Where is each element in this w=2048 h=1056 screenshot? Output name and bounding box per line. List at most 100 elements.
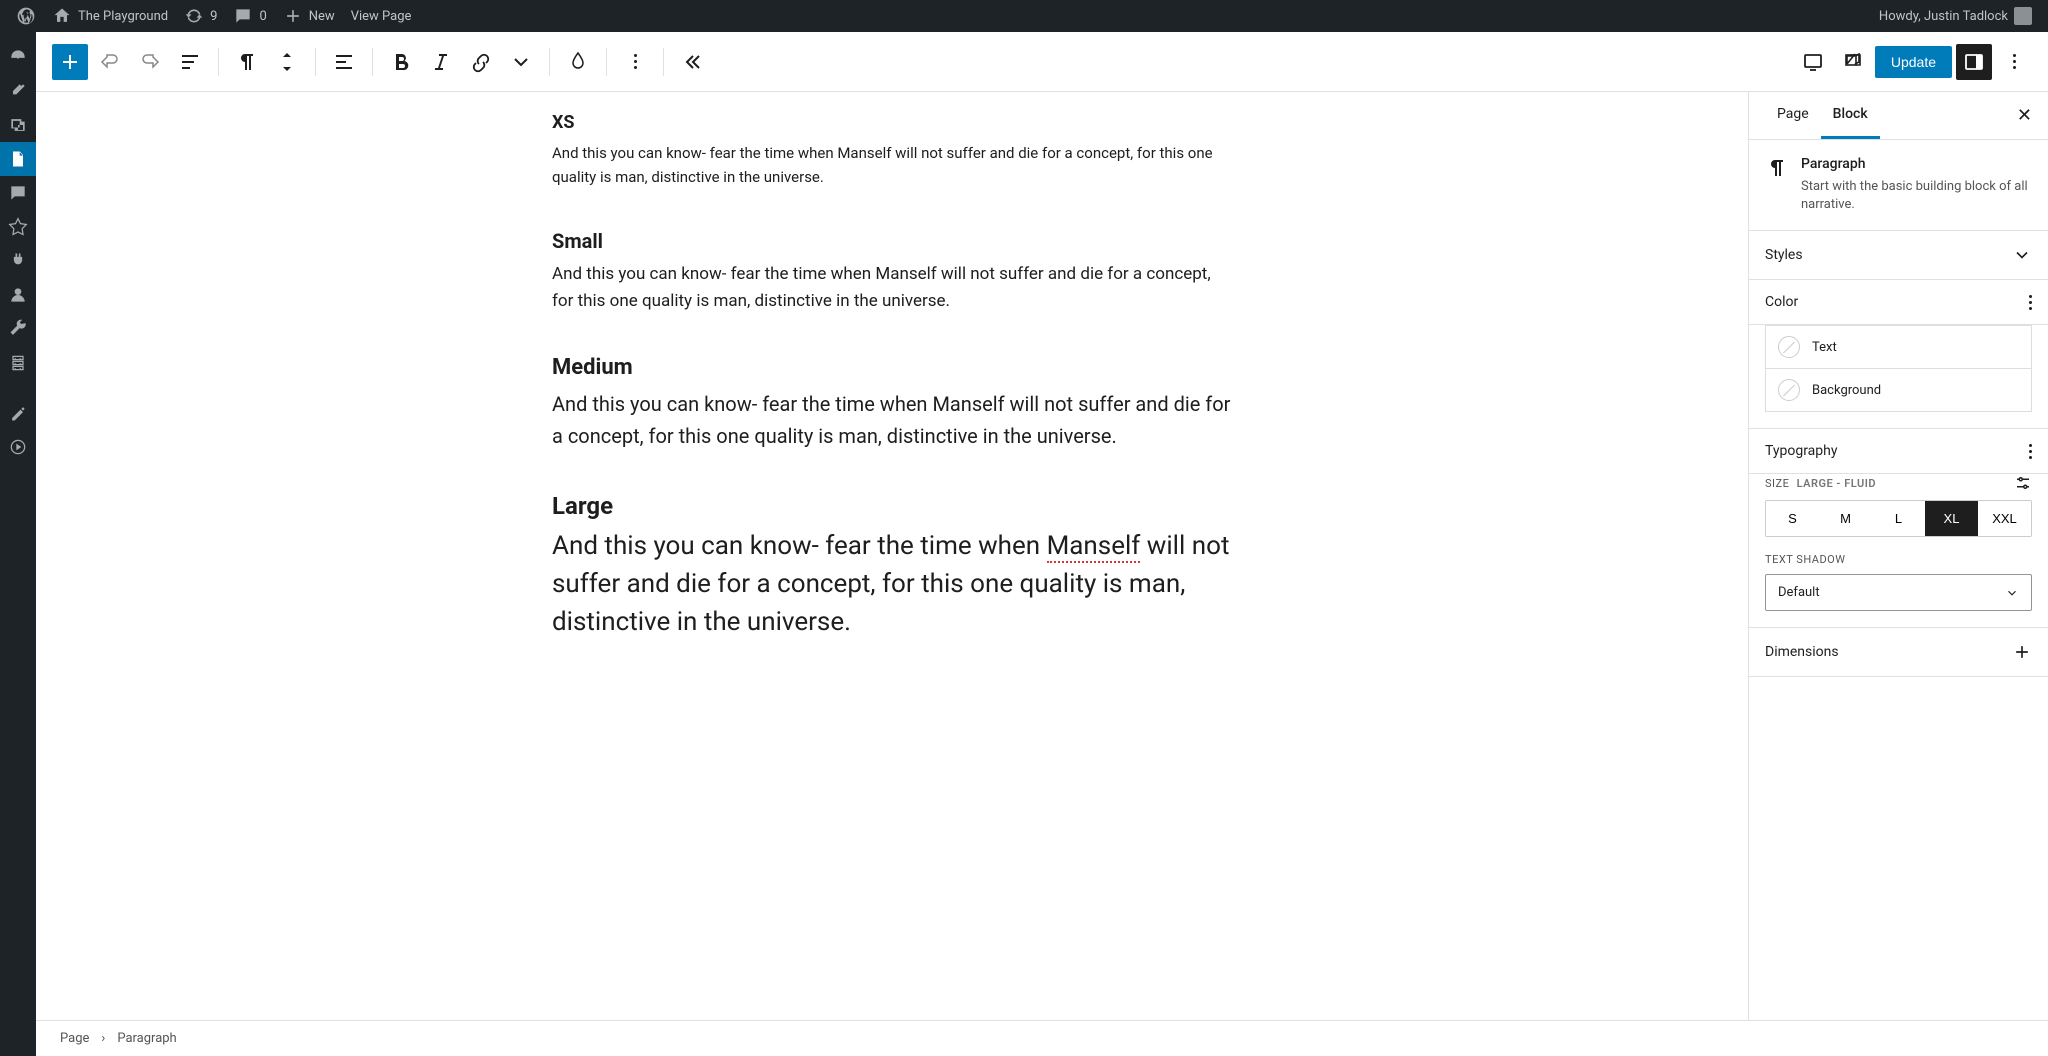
tab-block[interactable]: Block bbox=[1821, 92, 1880, 139]
redo-button[interactable] bbox=[132, 44, 168, 80]
size-xl-button[interactable]: XL bbox=[1925, 501, 1978, 536]
spell-error: Manself bbox=[1047, 531, 1141, 563]
chevron-down-icon bbox=[2012, 245, 2032, 265]
bold-button[interactable] bbox=[383, 44, 419, 80]
menu-media[interactable] bbox=[0, 108, 36, 142]
paragraph-xs: And this you can know- fear the time whe… bbox=[552, 141, 1232, 189]
paragraph-small: And this you can know- fear the time whe… bbox=[552, 261, 1232, 315]
wp-logo[interactable] bbox=[8, 0, 44, 32]
menu-dashboard[interactable] bbox=[0, 40, 36, 74]
move-updown-button[interactable] bbox=[269, 44, 305, 80]
size-l-button[interactable]: L bbox=[1872, 501, 1925, 536]
menu-comments[interactable] bbox=[0, 176, 36, 210]
align-button[interactable] bbox=[326, 44, 362, 80]
comment-icon bbox=[233, 6, 253, 26]
updates-count: 9 bbox=[210, 9, 217, 24]
chevron-down-icon bbox=[2005, 586, 2019, 600]
color-text-button[interactable]: Text bbox=[1765, 325, 2032, 369]
paragraph-icon bbox=[1765, 156, 1789, 180]
tab-page[interactable]: Page bbox=[1765, 92, 1821, 139]
menu-plugins[interactable] bbox=[0, 244, 36, 278]
view-page-link[interactable]: View Page bbox=[343, 0, 420, 32]
menu-custom-2[interactable] bbox=[0, 430, 36, 464]
color-panel-header[interactable]: Color bbox=[1749, 280, 2048, 325]
color-background-button[interactable]: Background bbox=[1765, 369, 2032, 412]
highlight-button[interactable] bbox=[560, 44, 596, 80]
font-size-picker: S M L XL XXL bbox=[1765, 500, 2032, 537]
plus-icon bbox=[283, 6, 303, 26]
document-overview-button[interactable] bbox=[172, 44, 208, 80]
breadcrumb-leaf[interactable]: Paragraph bbox=[117, 1031, 176, 1046]
color-options-icon[interactable] bbox=[2029, 295, 2032, 310]
collapse-toolbar-button[interactable] bbox=[674, 44, 710, 80]
paragraph-large: And this you can know- fear the time whe… bbox=[552, 528, 1232, 641]
menu-users[interactable] bbox=[0, 278, 36, 312]
plus-icon bbox=[2012, 642, 2032, 662]
editor-toolbar: Update bbox=[36, 32, 2048, 92]
typography-options-icon[interactable] bbox=[2029, 444, 2032, 459]
settings-sidebar: Page Block ✕ Paragraph Start with the ba… bbox=[1748, 92, 2048, 1020]
view-button[interactable] bbox=[1795, 44, 1831, 80]
size-settings-icon[interactable] bbox=[2014, 474, 2032, 492]
avatar bbox=[2014, 7, 2032, 25]
size-label: SIZE LARGE - FLUID bbox=[1765, 477, 1876, 490]
home-icon bbox=[52, 6, 72, 26]
paragraph-block-button[interactable] bbox=[229, 44, 265, 80]
swatch-empty-icon bbox=[1778, 379, 1800, 401]
breadcrumb-root[interactable]: Page bbox=[60, 1031, 89, 1046]
size-s-button[interactable]: S bbox=[1766, 501, 1819, 536]
editor-canvas[interactable]: XS And this you can know- fear the time … bbox=[36, 92, 1748, 1020]
more-rich-text-button[interactable] bbox=[503, 44, 539, 80]
styles-panel-toggle[interactable]: Styles bbox=[1749, 231, 2048, 280]
dimensions-panel-toggle[interactable]: Dimensions bbox=[1749, 628, 2048, 677]
close-sidebar-button[interactable]: ✕ bbox=[2017, 105, 2032, 126]
text-shadow-label: TEXT SHADOW bbox=[1765, 553, 2032, 566]
menu-pages[interactable] bbox=[0, 142, 36, 176]
heading-xs: XS bbox=[552, 112, 1232, 133]
block-title: Paragraph bbox=[1801, 156, 2032, 172]
paragraph-medium: And this you can know- fear the time whe… bbox=[552, 388, 1232, 452]
block-large[interactable]: Large And this you can know- fear the ti… bbox=[552, 492, 1232, 641]
typography-panel-header[interactable]: Typography bbox=[1749, 429, 2048, 474]
block-info-panel: Paragraph Start with the basic building … bbox=[1749, 140, 2048, 231]
heading-medium: Medium bbox=[552, 355, 1232, 380]
new-label: New bbox=[309, 9, 335, 24]
options-button[interactable] bbox=[1996, 44, 2032, 80]
menu-settings[interactable] bbox=[0, 346, 36, 380]
menu-appearance[interactable] bbox=[0, 210, 36, 244]
comments-link[interactable]: 0 bbox=[225, 0, 274, 32]
site-home-link[interactable]: The Playground bbox=[44, 0, 176, 32]
updates-icon bbox=[184, 6, 204, 26]
block-inserter-button[interactable] bbox=[52, 44, 88, 80]
new-content-link[interactable]: New bbox=[275, 0, 343, 32]
howdy-text: Howdy, Justin Tadlock bbox=[1879, 9, 2008, 24]
undo-button[interactable] bbox=[92, 44, 128, 80]
account-link[interactable]: Howdy, Justin Tadlock bbox=[1871, 0, 2040, 32]
italic-button[interactable] bbox=[423, 44, 459, 80]
admin-bar: The Playground 9 0 New View Page Howdy, … bbox=[0, 0, 2048, 32]
block-breadcrumb: Page › Paragraph bbox=[36, 1020, 2048, 1056]
block-options-button[interactable] bbox=[617, 44, 653, 80]
preview-button[interactable] bbox=[1835, 44, 1871, 80]
menu-posts[interactable] bbox=[0, 74, 36, 108]
block-medium[interactable]: Medium And this you can know- fear the t… bbox=[552, 355, 1232, 452]
menu-tools[interactable] bbox=[0, 312, 36, 346]
block-xs[interactable]: XS And this you can know- fear the time … bbox=[552, 112, 1232, 189]
size-xxl-button[interactable]: XXL bbox=[1978, 501, 2031, 536]
admin-menu bbox=[0, 32, 36, 1056]
size-m-button[interactable]: M bbox=[1819, 501, 1872, 536]
heading-large: Large bbox=[552, 492, 1232, 520]
menu-custom-1[interactable] bbox=[0, 396, 36, 430]
update-button[interactable]: Update bbox=[1875, 46, 1952, 78]
block-description: Start with the basic building block of a… bbox=[1801, 178, 2032, 214]
site-name: The Playground bbox=[78, 9, 168, 24]
settings-sidebar-toggle[interactable] bbox=[1956, 44, 1992, 80]
comments-count: 0 bbox=[259, 9, 266, 24]
text-shadow-select[interactable]: Default bbox=[1765, 574, 2032, 611]
link-button[interactable] bbox=[463, 44, 499, 80]
block-small[interactable]: Small And this you can know- fear the ti… bbox=[552, 229, 1232, 315]
chevron-right-icon: › bbox=[101, 1031, 105, 1046]
updates-link[interactable]: 9 bbox=[176, 0, 225, 32]
heading-small: Small bbox=[552, 229, 1232, 253]
swatch-empty-icon bbox=[1778, 336, 1800, 358]
